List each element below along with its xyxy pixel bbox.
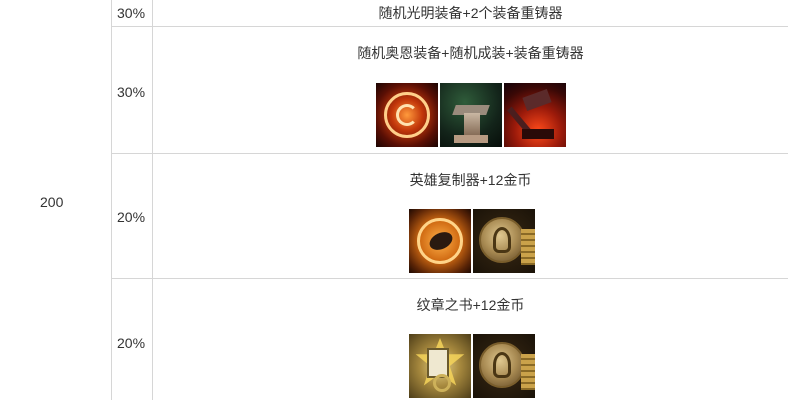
reward-text: 纹章之书+12金币	[416, 297, 525, 313]
column-divider	[111, 0, 112, 400]
anvil-icon	[440, 83, 502, 147]
drop-rate: 30%	[117, 84, 146, 100]
tier-cost-label: 200	[40, 194, 64, 210]
forge-hammer-icon	[504, 83, 566, 147]
reward-text: 英雄复制器+12金币	[409, 172, 532, 188]
reward-icons	[376, 83, 566, 147]
gold-coin-icon	[473, 209, 535, 273]
row-divider	[112, 26, 788, 27]
reward-icons	[409, 209, 535, 273]
reward-text: 随机光明装备+2个装备重铸器	[378, 5, 563, 21]
gold-coin-icon	[473, 334, 535, 398]
loot-table: 200 30% 随机光明装备+2个装备重铸器 30% 随机奥恩装备+随机成装+装…	[0, 0, 788, 400]
ornn-orb-icon	[376, 83, 438, 147]
reward-icons	[409, 334, 535, 398]
reward-text: 随机奥恩装备+随机成装+装备重铸器	[357, 45, 584, 61]
drop-rate: 20%	[117, 335, 146, 351]
champion-duplicator-icon	[409, 209, 471, 273]
row-divider	[112, 278, 788, 279]
emblem-tome-icon	[409, 334, 471, 398]
drop-rate: 30%	[117, 5, 146, 21]
row-divider	[112, 153, 788, 154]
drop-rate: 20%	[117, 209, 146, 225]
